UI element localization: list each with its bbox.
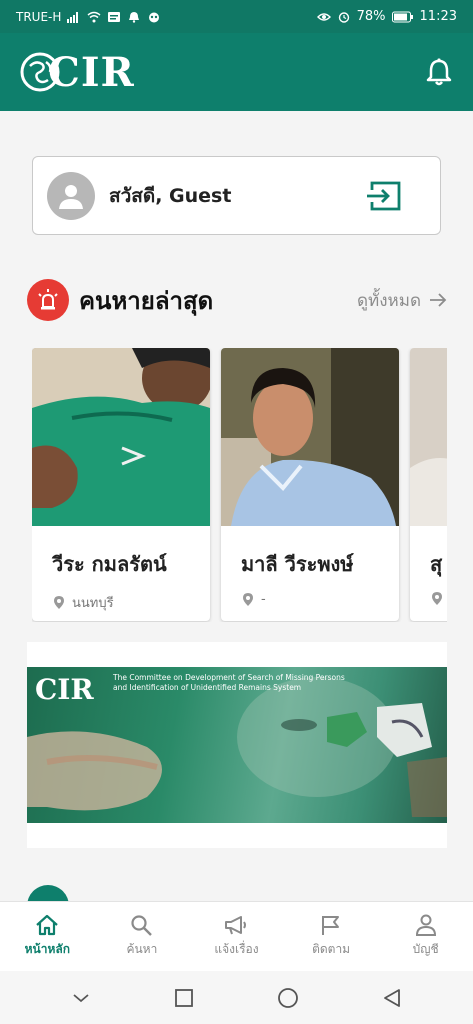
banner-caption: The Committee on Development of Search o… (113, 673, 353, 693)
nav-report-label: แจ้งเรื่อง (214, 942, 259, 956)
login-button[interactable] (366, 180, 402, 212)
person-card[interactable]: มาลี วีระพงษ์ - (221, 348, 399, 621)
clock: 11:23 (419, 9, 457, 24)
person-location: นนทบุรี (54, 592, 114, 613)
status-bar: TRUE-H 78% 11:23 (0, 0, 473, 33)
person-name: มาลี วีระพงษ์ (241, 552, 354, 576)
user-icon (415, 914, 436, 936)
notification-icon (108, 11, 121, 22)
greeting-text: สวัสดี, Guest (109, 184, 232, 207)
section-title: คนหายล่าสุด (79, 286, 214, 315)
recent-apps-icon[interactable] (174, 988, 194, 1008)
see-all-label: ดูทั้งหมด (357, 290, 421, 311)
app-header: CIR (0, 33, 473, 111)
banner-caption-line2: and Identification of Unidentified Remai… (113, 683, 302, 692)
location-pin-icon (243, 593, 253, 606)
nav-account[interactable]: บัญชี (378, 902, 473, 971)
user-avatar-icon (59, 184, 83, 209)
notification-button[interactable] (423, 56, 455, 88)
app-logo[interactable]: CIR (18, 49, 135, 96)
location-pin-icon (54, 596, 64, 609)
banner-container: CIR The Committee on Development of Sear… (27, 642, 447, 848)
person-photo (32, 348, 210, 526)
hide-nav-icon[interactable] (71, 991, 91, 1005)
login-icon (367, 181, 401, 210)
bell-small-icon (129, 11, 140, 23)
home-button-icon[interactable] (277, 987, 299, 1009)
person-location (432, 592, 447, 605)
back-button-icon[interactable] (382, 988, 402, 1008)
home-icon (36, 914, 59, 936)
person-card[interactable]: วีระ กมลรัตน์ นนทบุรี (32, 348, 210, 621)
greeting-card: สวัสดี, Guest (32, 156, 441, 235)
battery-icon (391, 11, 413, 22)
location-text: - (261, 592, 266, 607)
nav-follow[interactable]: ติดตาม (284, 902, 379, 971)
person-card[interactable]: สุ (410, 348, 447, 621)
nav-account-label: บัญชี (412, 942, 439, 956)
missing-persons-carousel[interactable]: วีระ กมลรัตน์ นนทบุรี มาลี วีระพงษ์ - สุ (32, 348, 447, 622)
nav-home-label: หน้าหลัก (24, 942, 70, 956)
see-all-link[interactable]: ดูทั้งหมด (357, 287, 447, 314)
location-text: นนทบุรี (72, 596, 114, 611)
panda-icon (149, 12, 160, 22)
signal-icon (67, 11, 79, 23)
bottom-navigation: หน้าหลัก ค้นหา แจ้งเรื่อง ติดตาม บัญชี (0, 901, 473, 971)
person-location: - (243, 592, 266, 607)
nav-follow-label: ติดตาม (312, 942, 351, 956)
bell-icon (426, 58, 452, 86)
person-name: วีระ กมลรัตน์ (52, 552, 167, 576)
nav-search-label: ค้นหา (126, 942, 158, 956)
banner-caption-line1: The Committee on Development of Search o… (113, 673, 345, 682)
megaphone-icon (225, 916, 247, 935)
nav-home[interactable]: หน้าหลัก (0, 902, 95, 971)
person-photo (410, 348, 447, 526)
wifi-icon (87, 11, 101, 22)
nav-search[interactable]: ค้นหา (95, 902, 190, 971)
nav-report[interactable]: แจ้งเรื่อง (189, 902, 284, 971)
carrier-label: TRUE-H (16, 9, 62, 24)
arrow-right-icon (430, 293, 447, 307)
person-photo (221, 348, 399, 526)
alarm-icon (338, 11, 349, 23)
eye-icon (316, 12, 331, 21)
person-name: สุ (430, 552, 443, 576)
avatar[interactable] (47, 171, 95, 220)
flag-icon (322, 916, 340, 935)
banner-logo: CIR (35, 673, 94, 706)
siren-icon (27, 279, 69, 321)
battery-percent: 78% (356, 9, 386, 24)
search-icon (131, 915, 152, 936)
latest-missing-header: คนหายล่าสุด ดูทั้งหมด (27, 278, 447, 322)
location-pin-icon (432, 592, 442, 605)
system-navigation-bar (0, 971, 473, 1024)
cir-banner[interactable]: CIR The Committee on Development of Sear… (27, 667, 447, 823)
logo-text: CIR (48, 48, 135, 96)
